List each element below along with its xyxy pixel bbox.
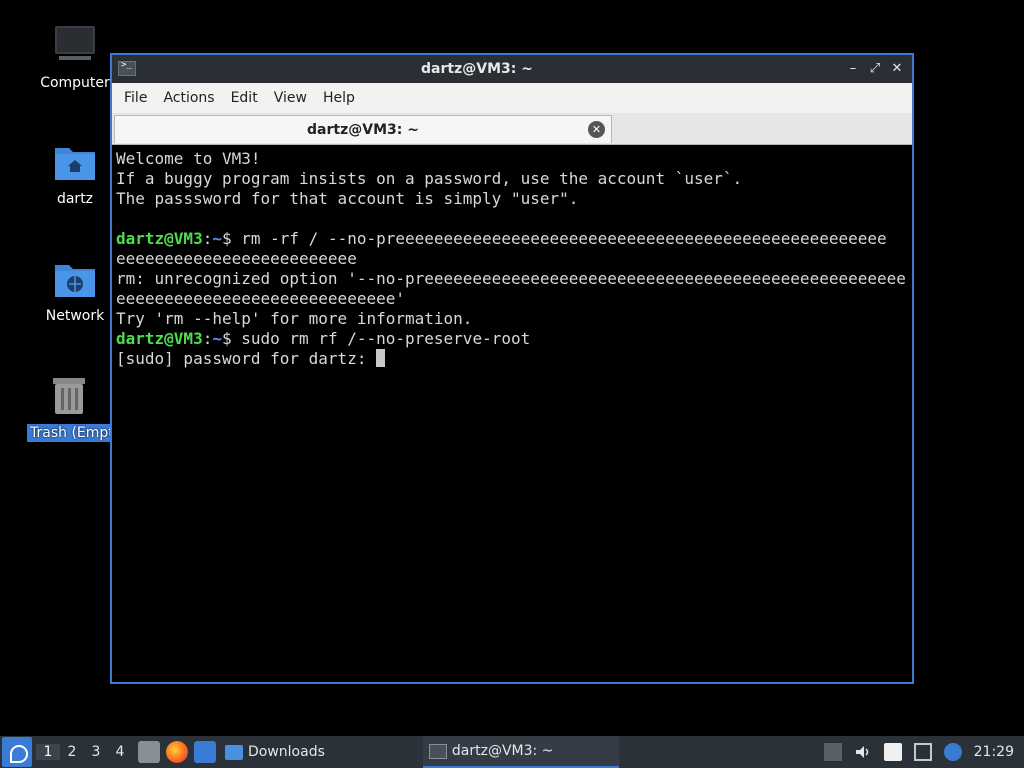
terminal-icon [428,743,447,759]
window-titlebar[interactable]: dartz@VM3: ~ – ⤢ ✕ [112,55,912,83]
desktop-icon-label: dartz [56,191,94,207]
update-icon[interactable] [823,743,842,761]
firefox-icon[interactable] [166,741,188,763]
trash-icon [47,374,91,418]
workspace-4[interactable]: 4 [108,744,132,760]
notification-icon[interactable] [943,743,962,761]
tab-label: dartz@VM3: ~ [307,121,419,138]
prompt-command: $ rm -rf / --no-preeeeeeeeeeeeeeeeeeeeee… [221,229,887,248]
volume-icon[interactable] [854,743,872,761]
menu-view[interactable]: View [266,90,315,106]
prompt-user: dartz@VM3 [116,329,203,348]
menu-actions[interactable]: Actions [155,90,222,106]
workspace-1[interactable]: 1 [36,744,60,760]
desktop-icon-trash[interactable]: Trash (Empt [26,374,112,446]
home-folder-icon [53,140,97,184]
task-label: Downloads [248,744,325,760]
desktop-icon-label: Trash (Empt [27,424,111,442]
folder-icon [225,744,243,760]
task-downloads[interactable]: Downloads [219,736,331,768]
computer-icon [53,24,97,68]
taskbar: 1 2 3 4 Downloads dartz@VM3: ~ 21:29 [0,736,1024,768]
terminal-window: dartz@VM3: ~ – ⤢ ✕ File Actions Edit Vie… [110,53,914,684]
terminal-prompt-line: dartz@VM3:~$ sudo rm rf /--no-preserve-r… [116,329,908,349]
prompt-command: $ sudo rm rf /--no-preserve-root [221,329,531,348]
prompt-sep: : [202,329,213,348]
terminal-line: eeeeeeeeeeeeeeeeeeeeeeeee [116,249,357,268]
terminal-line: Welcome to VM3! [116,149,261,168]
file-manager-icon[interactable] [138,741,160,763]
task-terminal[interactable]: dartz@VM3: ~ [422,736,619,768]
start-menu-button[interactable] [2,737,32,767]
tab-terminal[interactable]: dartz@VM3: ~ ✕ [114,115,612,143]
tab-close-icon[interactable]: ✕ [588,121,605,138]
terminal-line: If a buggy program insists on a password… [116,169,743,188]
prompt-user: dartz@VM3 [116,229,203,248]
terminal-line: Try 'rm --help' for more information. [116,309,473,328]
desktop-icon-network[interactable]: Network [33,257,117,325]
prompt-path: ~ [212,329,222,348]
desktop-icon-dartz[interactable]: dartz [33,140,117,208]
terminal-line: The passsword for that account is simply… [116,189,579,208]
menu-file[interactable]: File [116,90,155,106]
terminal-sudo-line: [sudo] password for dartz: [116,349,908,369]
terminal-icon [118,60,136,76]
workspace-3[interactable]: 3 [84,744,108,760]
terminal-output[interactable]: Welcome to VM3! If a buggy program insis… [114,147,910,680]
system-tray: 21:29 [818,736,1024,768]
close-button[interactable]: ✕ [886,58,908,80]
prompt-path: ~ [212,229,222,248]
minimize-button[interactable]: – [842,58,864,80]
sudo-prompt: [sudo] password for dartz: [116,349,377,368]
clock[interactable]: 21:29 [974,744,1014,760]
terminal-prompt-line: dartz@VM3:~$ rm -rf / --no-preeeeeeeeeee… [116,229,908,249]
desktop-icon-computer[interactable]: Computer [33,24,117,92]
tab-bar: dartz@VM3: ~ ✕ [112,113,912,145]
desktop-icon-label: Network [45,308,105,324]
desktop-icon-label: Computer [40,75,110,91]
show-desktop-icon[interactable] [194,741,216,763]
menu-bar: File Actions Edit View Help [112,83,912,113]
terminal-line: eeeeeeeeeeeeeeeeeeeeeeeeeeeee' [116,289,405,308]
terminal-cursor [376,349,386,367]
network-icon[interactable] [913,743,932,761]
menu-help[interactable]: Help [315,90,363,106]
workspace-2[interactable]: 2 [60,744,84,760]
clipboard-icon[interactable] [883,743,902,761]
task-label: dartz@VM3: ~ [451,743,554,759]
maximize-button[interactable]: ⤢ [864,58,886,80]
menu-edit[interactable]: Edit [223,90,266,106]
prompt-sep: : [202,229,213,248]
terminal-line: rm: unrecognized option '--no-preeeeeeee… [116,269,906,288]
network-folder-icon [53,257,97,301]
window-title: dartz@VM3: ~ [421,61,533,77]
